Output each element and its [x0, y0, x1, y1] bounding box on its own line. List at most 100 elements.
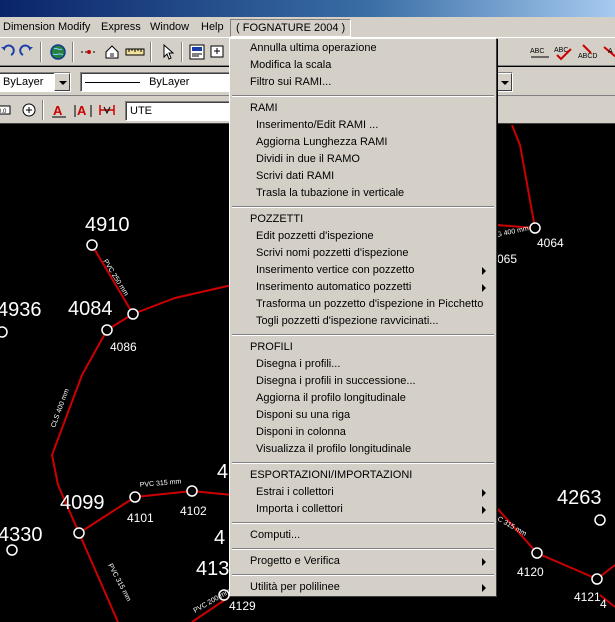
- menu-separator: [232, 206, 494, 208]
- menu-item-inserimento-vertice[interactable]: Inserimento vertice con pozzetto: [232, 262, 494, 279]
- pipe-label: PVC 315 mm: [106, 563, 132, 603]
- cursor-icon[interactable]: [157, 41, 179, 63]
- menu-item-inserimento-automatico[interactable]: Inserimento automatico pozzetti: [232, 279, 494, 296]
- pipe-segment: [78, 532, 119, 622]
- submenu-arrow-icon: [482, 506, 486, 514]
- pipe-label: G 400 mm: [496, 225, 530, 239]
- menu-item-filtro-rami[interactable]: Filtro sui RAMI...: [232, 74, 494, 91]
- text-style-combo-value: UTE: [130, 105, 152, 117]
- menu-item-label: Disegna i profili in successione...: [256, 375, 416, 387]
- menu-item-label: Disegna i profili...: [256, 358, 341, 370]
- menu-item-computi[interactable]: Computi...: [232, 527, 494, 544]
- menu-item-aggiorna-lunghezza[interactable]: Aggiorna Lunghezza RAMI: [232, 134, 494, 151]
- manhole: [594, 514, 606, 526]
- menu-item-label: Trasforma un pozzetto d'ispezione in Pic…: [256, 298, 484, 310]
- menu-item-label: Inserimento automatico pozzetti: [256, 281, 412, 293]
- menu-item-aggiorna-profilo[interactable]: Aggiorna il profilo longitudinale: [232, 390, 494, 407]
- linetype-combo[interactable]: ByLayer: [80, 72, 230, 92]
- chevron-down-icon[interactable]: [54, 73, 70, 91]
- section-header-esportazioni: ESPORTAZIONI/IMPORTAZIONI: [250, 469, 413, 481]
- manhole-label: 413: [196, 558, 229, 580]
- menu-modify[interactable]: Modify: [53, 19, 95, 36]
- menu-item-label: Visualizza il profilo longitudinale: [256, 443, 412, 455]
- manhole-label: 4: [214, 527, 225, 549]
- menu-item-label: Dividi in due il RAMO: [256, 153, 360, 165]
- fognature-dropdown-menu: Annulla ultima operazione Modifica la sc…: [229, 38, 497, 597]
- menu-item-trasforma-picchetto[interactable]: Trasforma un pozzetto d'ispezione in Pic…: [232, 296, 494, 313]
- text-fit-icon[interactable]: [96, 99, 118, 121]
- pipe-label: PVC 250 mm: [101, 258, 129, 297]
- globe-icon[interactable]: [47, 41, 69, 63]
- menu-item-disegna-profili[interactable]: Disegna i profili...: [232, 356, 494, 373]
- lineweight-combo[interactable]: [497, 72, 513, 92]
- toolbar-separator: [72, 42, 74, 62]
- menu-express[interactable]: Express: [96, 19, 146, 36]
- menu-item-trasla-tubazione[interactable]: Trasla la tubazione in verticale: [232, 185, 494, 202]
- svg-text:A: A: [53, 103, 63, 118]
- view-icon[interactable]: [186, 41, 208, 63]
- ruler-icon[interactable]: [124, 41, 146, 63]
- house-icon[interactable]: [101, 41, 123, 63]
- submenu-arrow-icon: [482, 558, 486, 566]
- menu-item-importa-collettori[interactable]: Importa i collettori: [232, 501, 494, 518]
- pipe-segment: [132, 284, 233, 315]
- menu-item-visualizza-profilo[interactable]: Visualizza il profilo longitudinale: [232, 441, 494, 458]
- menu-item-estrai-collettori[interactable]: Estrai i collettori: [232, 484, 494, 501]
- menu-item-edit-pozzetti[interactable]: Edit pozzetti d'ispezione: [232, 228, 494, 245]
- manhole-label: 4120: [517, 565, 544, 579]
- menu-item-scrivi-nomi[interactable]: Scrivi nomi pozzetti d'ispezione: [232, 245, 494, 262]
- menu-item-disponi-colonna[interactable]: Disponi in colonna: [232, 424, 494, 441]
- menu-separator: [232, 548, 494, 550]
- spell-icon[interactable]: ABC: [553, 41, 575, 63]
- menu-item-modifica-scala[interactable]: Modifica la scala: [232, 57, 494, 74]
- section-header-rami: RAMI: [250, 102, 278, 114]
- add-icon[interactable]: [18, 99, 40, 121]
- menu-item-dividi-ramo[interactable]: Dividi in due il RAMO: [232, 151, 494, 168]
- menu-item-disegna-successione[interactable]: Disegna i profili in successione...: [232, 373, 494, 390]
- manhole: [129, 491, 141, 503]
- layer-combo[interactable]: ByLayer: [0, 72, 71, 92]
- manhole-label: 4: [217, 461, 228, 483]
- menu-item-edit-rami[interactable]: Inserimento/Edit RAMI ...: [232, 117, 494, 134]
- menu-separator: [232, 522, 494, 524]
- redo-icon[interactable]: [16, 41, 38, 63]
- text-style-icon[interactable]: ABCD: [577, 41, 599, 63]
- menu-item-label: Modifica la scala: [250, 59, 332, 71]
- manhole-label: 4086: [110, 340, 137, 354]
- menu-separator: [232, 334, 494, 336]
- menu-item-scrivi-dati[interactable]: Scrivi dati RAMI: [232, 168, 494, 185]
- menu-dimension[interactable]: Dimension: [0, 19, 60, 36]
- toolbar-separator: [150, 42, 152, 62]
- manhole: [86, 239, 98, 251]
- chevron-down-icon[interactable]: [498, 73, 512, 91]
- menu-fognature[interactable]: ( FOGNATURE 2004 ): [230, 19, 352, 37]
- menu-item-disponi-riga[interactable]: Disponi su una riga: [232, 407, 494, 424]
- pipe-segment: [511, 125, 536, 229]
- text-icon[interactable]: A: [48, 99, 70, 121]
- menu-item-togli-pozzetti[interactable]: Togli pozzetti d'ispezione ravvicinati..…: [232, 313, 494, 330]
- section-header-profili: PROFILI: [250, 341, 293, 353]
- manhole-label: 4099: [60, 492, 105, 514]
- menu-item-label: Scrivi dati RAMI: [256, 170, 335, 182]
- submenu-arrow-icon: [482, 489, 486, 497]
- text-align-icon[interactable]: A: [72, 99, 94, 121]
- menu-item-utilita-polilinee[interactable]: Utilità per polilinee: [232, 579, 494, 596]
- manhole-label: 4330: [0, 524, 43, 546]
- abc-text-icon[interactable]: ABC: [529, 41, 551, 63]
- point-icon[interactable]: [78, 41, 100, 63]
- menu-help[interactable]: Help: [196, 19, 229, 36]
- manhole-label: 065: [497, 252, 517, 266]
- title-bar: [0, 0, 615, 17]
- text-replace-icon[interactable]: A: [600, 41, 615, 63]
- manhole: [531, 547, 543, 559]
- menu-item-label: Filtro sui RAMI...: [250, 76, 332, 88]
- zoom-window-icon[interactable]: [207, 41, 229, 63]
- menu-bar: Dimension Modify Express Window Help ( F…: [0, 17, 615, 38]
- menu-window[interactable]: Window: [145, 19, 194, 36]
- submenu-arrow-icon: [482, 267, 486, 275]
- layer-combo-value: ByLayer: [3, 76, 44, 88]
- menu-item-annulla[interactable]: Annulla ultima operazione: [232, 40, 494, 57]
- text-style-combo[interactable]: UTE: [125, 101, 230, 121]
- menu-item-progetto-verifica[interactable]: Progetto e Verifica: [232, 553, 494, 570]
- dim-icon[interactable]: 0.0: [0, 99, 14, 121]
